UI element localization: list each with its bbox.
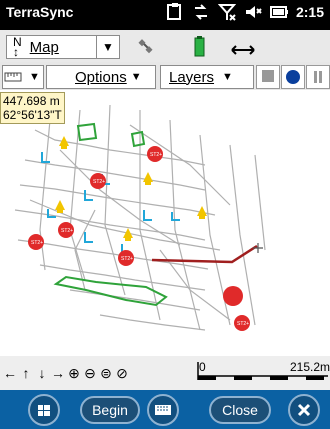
double-arrow-icon[interactable] bbox=[231, 45, 255, 55]
windows-start-button[interactable] bbox=[28, 394, 60, 426]
keyboard-icon bbox=[155, 405, 171, 415]
chevron-down-icon: ▼ bbox=[222, 71, 233, 83]
gps-battery-icon[interactable] bbox=[194, 36, 205, 57]
toolbar-icons bbox=[132, 36, 262, 58]
map-canvas[interactable]: ST2+ ST2+ ST2+ ST2+ ST2+ ST2+ 447.698 m … bbox=[0, 90, 330, 356]
zoom-extents-icon[interactable]: ⊜ bbox=[98, 365, 114, 382]
options-menu[interactable]: Options ▼ bbox=[46, 65, 156, 89]
chevron-down-icon[interactable]: ▼ bbox=[29, 71, 40, 83]
svg-text:ST2+: ST2+ bbox=[61, 228, 73, 234]
layers-menu[interactable]: Layers ▼ bbox=[160, 65, 254, 89]
record-icon bbox=[286, 70, 300, 84]
route-line bbox=[151, 243, 263, 264]
pause-button[interactable] bbox=[306, 65, 330, 89]
yellow-points bbox=[55, 136, 207, 241]
arrow-right-icon[interactable]: → bbox=[50, 365, 66, 381]
close-label: Close bbox=[222, 402, 258, 418]
log-button-disabled[interactable] bbox=[256, 65, 280, 89]
scale-bar: 0 215.2m bbox=[197, 356, 330, 390]
ruler-icon bbox=[4, 72, 22, 82]
svg-text:ST2+: ST2+ bbox=[121, 256, 133, 262]
toolbar-bottom: ▼ Options ▼ Layers ▼ bbox=[0, 62, 330, 91]
close-icon bbox=[297, 403, 311, 417]
arrow-down-icon[interactable]: ↓ bbox=[34, 365, 50, 381]
cyan-features bbox=[41, 152, 180, 255]
bearing-value: 62°56'13"T bbox=[3, 108, 62, 122]
clock-time: 2:15 bbox=[295, 4, 324, 20]
status-bar: TerraSync 2:15 bbox=[0, 0, 330, 30]
svg-text:ST2+: ST2+ bbox=[93, 179, 105, 185]
ruler-button[interactable]: ▼ bbox=[2, 65, 44, 89]
satellite-icon[interactable] bbox=[138, 39, 153, 54]
status-icons: 2:15 bbox=[166, 3, 324, 21]
sync-icon[interactable] bbox=[192, 3, 210, 21]
begin-button[interactable]: Begin bbox=[80, 396, 140, 424]
chevron-down-icon[interactable]: ▼ bbox=[96, 36, 119, 58]
bottom-bar: Begin Close bbox=[0, 390, 330, 429]
volume-off-icon[interactable] bbox=[244, 3, 262, 21]
zoom-previous-icon[interactable]: ⊘ bbox=[114, 365, 130, 382]
app-title: TerraSync bbox=[6, 4, 74, 20]
exit-button[interactable] bbox=[288, 394, 320, 426]
close-button[interactable]: Close bbox=[209, 396, 271, 424]
distance-value: 447.698 m bbox=[3, 94, 60, 108]
record-button[interactable] bbox=[281, 65, 305, 89]
map-selector[interactable]: N ↕ Map ▼ bbox=[6, 35, 120, 59]
begin-label: Begin bbox=[92, 402, 128, 418]
zoom-out-icon[interactable]: ⊖ bbox=[82, 365, 98, 382]
north-arrow-icon: N ↕ bbox=[13, 35, 22, 59]
chevron-down-icon: ▼ bbox=[130, 71, 142, 83]
options-label: Options bbox=[75, 68, 127, 86]
toolbar-top: N ↕ Map ▼ bbox=[0, 30, 330, 63]
battery-icon[interactable] bbox=[269, 3, 288, 21]
feature-point bbox=[223, 286, 243, 306]
svg-text:ST2+: ST2+ bbox=[237, 321, 249, 327]
red-points bbox=[28, 146, 250, 331]
arrow-up-icon[interactable]: ↑ bbox=[18, 365, 34, 381]
layers-label: Layers bbox=[169, 68, 215, 86]
log-icon bbox=[262, 70, 274, 82]
clipboard-icon[interactable] bbox=[166, 3, 184, 21]
arrow-left-icon[interactable]: ← bbox=[2, 365, 18, 381]
svg-text:ST2+: ST2+ bbox=[31, 240, 43, 246]
svg-text:ST2+: ST2+ bbox=[150, 152, 162, 158]
keyboard-button[interactable] bbox=[147, 394, 179, 426]
signal-off-icon[interactable] bbox=[217, 3, 237, 21]
zoom-in-icon[interactable]: ⊕ bbox=[66, 365, 82, 382]
windows-logo-icon bbox=[38, 405, 50, 416]
distance-bearing-readout: 447.698 m 62°56'13"T bbox=[0, 92, 65, 124]
pause-icon bbox=[314, 71, 322, 83]
map-label: Map bbox=[29, 38, 59, 56]
